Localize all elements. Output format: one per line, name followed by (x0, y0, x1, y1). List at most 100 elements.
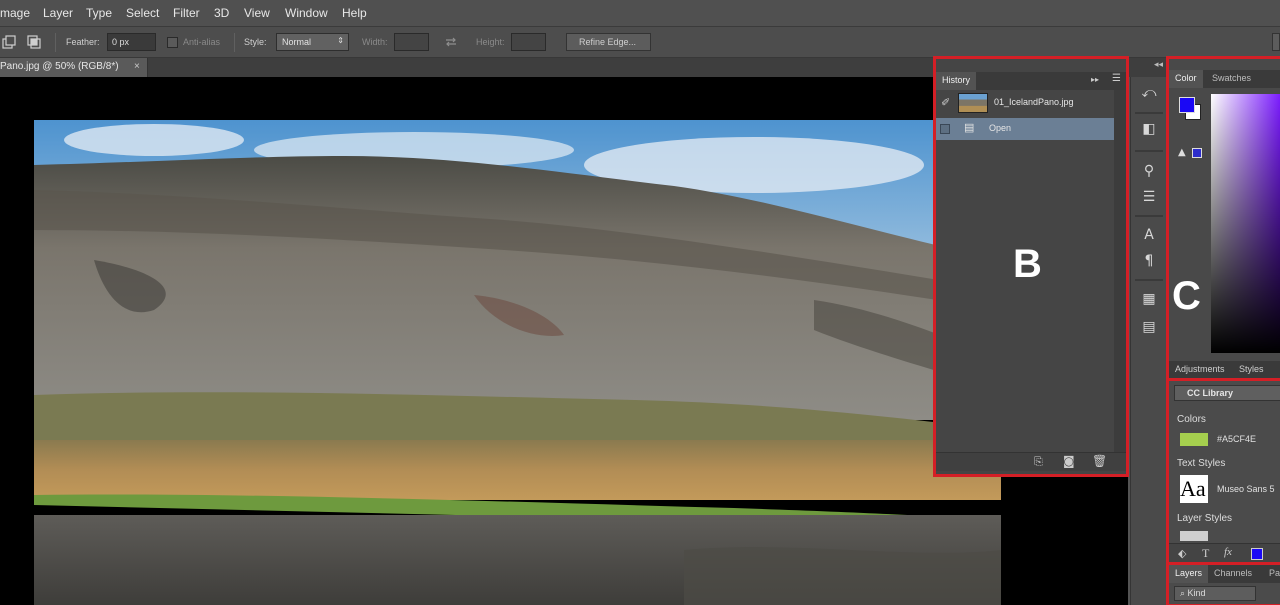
glyphs-icon[interactable]: ▦ (1137, 287, 1161, 311)
state-label: Open (989, 123, 1012, 133)
menu-view[interactable]: View (244, 6, 270, 20)
menu-image[interactable]: mage (0, 6, 30, 20)
document-icon: ▤ (964, 122, 975, 134)
options-right-edge (1272, 33, 1280, 51)
divider (1135, 112, 1163, 114)
add-color-icon[interactable] (1251, 548, 1263, 560)
layer-filter-select[interactable]: ⌕ Kind (1174, 586, 1256, 601)
tab-styles[interactable]: Styles (1233, 361, 1270, 379)
width-input[interactable] (394, 33, 429, 51)
color-panel: Color Swatches ▲ C Adjustments Styles (1166, 56, 1280, 380)
width-label: Width: (362, 37, 388, 47)
document-tab[interactable]: Pano.jpg @ 50% (RGB/8*) × (0, 58, 148, 77)
color-spectrum[interactable] (1211, 94, 1280, 353)
snapshot-thumbnail (958, 93, 988, 113)
text-style-preview[interactable]: Aa (1180, 475, 1208, 503)
feather-label: Feather: (66, 37, 100, 47)
menu-3d[interactable]: 3D (214, 6, 229, 20)
menu-select[interactable]: Select (126, 6, 159, 20)
gamut-warning-icon[interactable]: ▲ (1178, 147, 1186, 158)
properties-icon[interactable]: ◧ (1137, 117, 1161, 141)
tab-color[interactable]: Color (1169, 70, 1203, 88)
add-layer-style-icon[interactable]: fx (1224, 546, 1232, 558)
swap-arrows-icon[interactable] (444, 35, 458, 49)
style-select[interactable]: Normal ⇕ (276, 33, 349, 51)
divider (1135, 150, 1163, 152)
panel-menu-icon[interactable]: ☰ (1112, 73, 1121, 84)
callout-letter-c: C (1172, 274, 1201, 318)
history-icon[interactable]: ⤺ (1137, 81, 1161, 105)
snapshot-name: 01_IcelandPano.jpg (994, 97, 1074, 107)
history-footer: ⎘ ◙ 🗑 (936, 452, 1126, 471)
style-select-value: Normal (282, 37, 312, 47)
menu-filter[interactable]: Filter (173, 6, 200, 20)
state-checkbox[interactable] (940, 124, 950, 134)
selection-intersect-icon[interactable] (27, 35, 41, 49)
height-label: Height: (476, 37, 505, 47)
notes-icon[interactable]: ▤ (1137, 315, 1161, 339)
panel-expand-icon[interactable]: ▸▸ (1091, 75, 1099, 84)
library-footer: ⬖ T fx (1169, 543, 1280, 564)
cc-library-panel: CC Library Colors #A5CF4E Text Styles Aa… (1166, 378, 1280, 564)
brush-source-icon[interactable]: ✐ (941, 96, 950, 109)
search-icon: ⌕ (1180, 588, 1188, 598)
library-color-swatch[interactable] (1180, 433, 1208, 446)
text-style-name[interactable]: Museo Sans 5 (1217, 484, 1275, 494)
style-label: Style: (244, 37, 267, 47)
brush-presets-icon[interactable]: ☰ (1137, 185, 1161, 209)
websafe-swatch[interactable] (1192, 148, 1202, 158)
colors-heading: Colors (1177, 414, 1206, 425)
layer-style-preview[interactable] (1180, 531, 1208, 541)
paragraph-icon[interactable]: ¶ (1137, 249, 1161, 273)
layer-styles-heading: Layer Styles (1177, 513, 1233, 524)
brush-icon[interactable]: ⚲ (1137, 159, 1161, 183)
document-tab-title: Pano.jpg @ 50% (RGB/8*) (0, 61, 119, 72)
layers-tab-bar: Layers Channels Pa (1169, 565, 1280, 583)
dock-collapse-bar[interactable]: ◂◂ (1128, 58, 1166, 77)
menu-layer[interactable]: Layer (43, 6, 73, 20)
trash-icon[interactable]: 🗑 (1092, 454, 1107, 468)
height-input[interactable] (511, 33, 546, 51)
feather-input[interactable]: 0 px (107, 33, 156, 51)
tab-history[interactable]: History (936, 72, 977, 90)
menu-type[interactable]: Type (86, 6, 112, 20)
character-icon[interactable]: A (1137, 223, 1161, 247)
library-color-hex[interactable]: #A5CF4E (1217, 434, 1256, 444)
text-style-glyph: Aa (1180, 476, 1206, 501)
tab-paths[interactable]: Pa (1263, 565, 1280, 583)
layers-panel: Layers Channels Pa ⌕ Kind (1166, 562, 1280, 605)
history-scrollbar[interactable] (1114, 90, 1126, 452)
foreground-color-swatch[interactable] (1179, 97, 1195, 113)
collapse-icon[interactable]: ◂◂ (1154, 60, 1163, 70)
tab-layers[interactable]: Layers (1169, 565, 1209, 583)
close-icon[interactable]: × (134, 61, 140, 72)
library-dropdown-value: CC Library (1187, 388, 1234, 398)
panorama-image (34, 120, 1001, 605)
panel-icon-strip: ⤺ ◧ ⚲ ☰ A ¶ ▦ ▤ (1130, 77, 1166, 605)
refine-edge-button[interactable]: Refine Edge... (566, 33, 651, 51)
divider (1135, 279, 1163, 281)
divider (234, 33, 235, 52)
layer-filter-value: Kind (1187, 588, 1206, 598)
antialias-label: Anti-alias (183, 37, 221, 47)
divider (55, 33, 56, 52)
callout-letter-b: B (1013, 242, 1042, 286)
new-document-icon[interactable]: ⎘ (1034, 455, 1043, 469)
camera-icon[interactable]: ◙ (1063, 454, 1075, 468)
text-styles-heading: Text Styles (1177, 458, 1226, 469)
history-snapshot[interactable]: ✐ 01_IcelandPano.jpg (936, 92, 1114, 114)
add-graphic-icon[interactable]: ⬖ (1178, 547, 1186, 560)
tab-swatches[interactable]: Swatches (1206, 70, 1257, 88)
add-text-style-icon[interactable]: T (1202, 546, 1209, 561)
menu-help[interactable]: Help (342, 6, 367, 20)
chevron-updown-icon: ⇕ (337, 36, 344, 45)
color-tab-bar: Color Swatches (1169, 70, 1280, 88)
tab-adjustments[interactable]: Adjustments (1169, 361, 1231, 379)
tab-channels[interactable]: Channels (1208, 565, 1258, 583)
library-dropdown[interactable]: CC Library (1174, 385, 1280, 401)
antialias-checkbox[interactable] (167, 37, 178, 48)
options-bar: Feather: 0 px Anti-alias Style: Normal ⇕… (0, 27, 1280, 58)
selection-subtract-icon[interactable] (2, 35, 16, 49)
menu-window[interactable]: Window (285, 6, 328, 20)
history-state[interactable]: ▤ Open (936, 118, 1114, 140)
